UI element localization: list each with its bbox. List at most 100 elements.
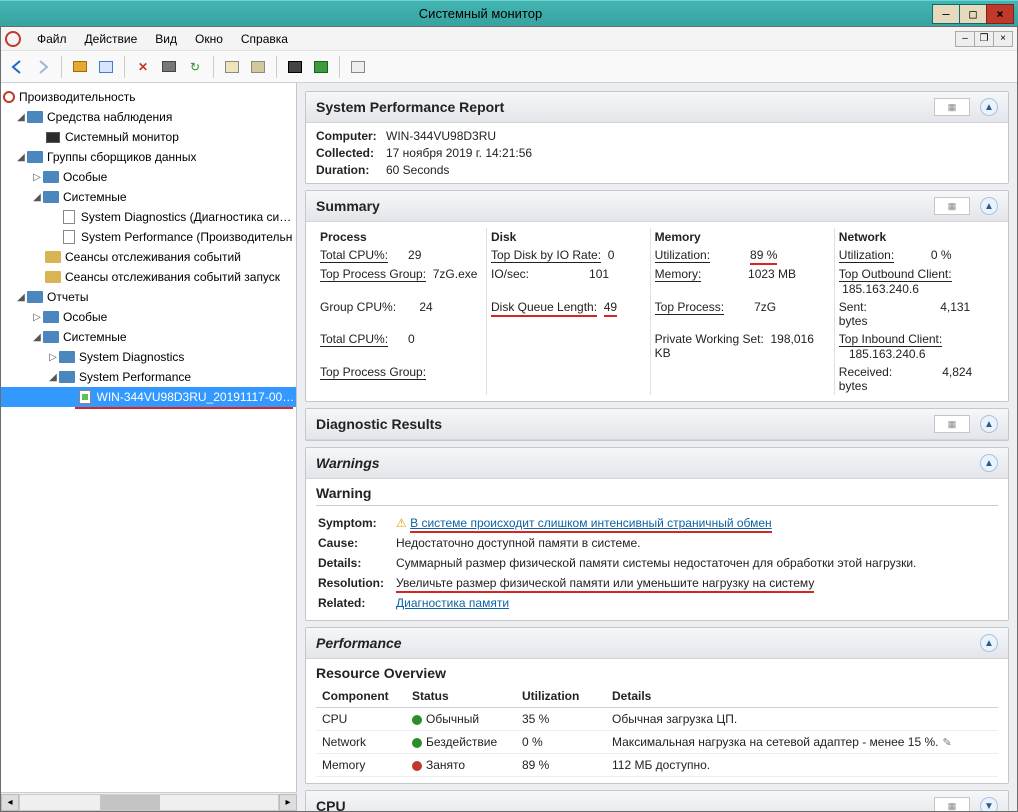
page-icon — [61, 229, 77, 245]
report-pane[interactable]: System Performance Report ▦ ▲ Computer: W… — [297, 83, 1017, 811]
performance-panel: Performance ▲ Resource Overview Componen… — [305, 627, 1009, 784]
toolbar-print-button[interactable] — [159, 57, 179, 77]
warning-details: Суммарный размер физической памяти систе… — [396, 554, 996, 572]
mdi-close-button[interactable]: × — [993, 31, 1013, 47]
value-collected: 17 ноября 2019 г. 14:21:56 — [386, 146, 998, 160]
toolbar-folder-button[interactable] — [70, 57, 90, 77]
label-computer: Computer: — [316, 129, 386, 143]
mdi-minimize-button[interactable]: – — [955, 31, 975, 47]
toolbar-misc2-button[interactable] — [248, 57, 268, 77]
tree-sessions[interactable]: Сеансы отслеживания событий — [65, 250, 241, 264]
tree-reports[interactable]: Отчеты — [47, 290, 88, 304]
status-dot-green-icon — [412, 715, 422, 725]
tree-diag2[interactable]: System Diagnostics — [79, 350, 184, 364]
folder-icon — [43, 309, 59, 325]
cpu-panel: CPU ▦ ▼ — [305, 790, 1009, 811]
page-icon — [61, 209, 77, 225]
panel-title-cpu: CPU — [316, 798, 346, 811]
scroll-left-button[interactable]: ◂ — [1, 794, 19, 811]
tree-tools[interactable]: Средства наблюдения — [47, 110, 172, 124]
warning-related-link[interactable]: Диагностика памяти — [396, 596, 509, 610]
folder-icon — [59, 369, 75, 385]
menubar: Файл Действие Вид Окно Справка – ❐ × — [1, 27, 1017, 51]
resource-row-network: Network Бездействие 0 % Максимальная наг… — [316, 731, 998, 754]
folder-icon — [45, 249, 61, 265]
tree-system[interactable]: Системные — [63, 190, 127, 204]
label-collected: Collected: — [316, 146, 386, 160]
collapse-icon[interactable]: ▲ — [980, 634, 998, 652]
tree-perf2[interactable]: System Performance — [79, 370, 191, 384]
folder-icon — [27, 109, 43, 125]
summary-memory-util: 89 % — [750, 248, 777, 265]
calendar-icon[interactable]: ▦ — [934, 197, 970, 215]
warning-symptom-link[interactable]: В системе происходит слишком интенсивный… — [410, 516, 772, 533]
expand-icon[interactable]: ▼ — [980, 797, 998, 811]
tree-groups[interactable]: Группы сборщиков данных — [47, 150, 196, 164]
mdi-restore-button[interactable]: ❐ — [974, 31, 994, 47]
panel-title-warnings: Warnings — [316, 455, 380, 471]
tree-monitor[interactable]: Системный монитор — [65, 130, 179, 144]
collapse-icon[interactable]: ▲ — [980, 415, 998, 433]
resource-row-memory: Memory Занято 89 % 112 МБ доступно. — [316, 754, 998, 777]
window-close-button[interactable]: × — [986, 4, 1014, 24]
folder-icon — [59, 349, 75, 365]
summary-col-disk: Disk — [487, 228, 651, 246]
toolbar-misc3-button[interactable] — [285, 57, 305, 77]
toolbar-delete-button[interactable]: ✕ — [133, 57, 153, 77]
menu-window[interactable]: Окно — [187, 29, 231, 49]
tree-report-file[interactable]: WIN-344VU98D3RU_20191117-00000 — [97, 390, 296, 404]
warning-heading: Warning — [316, 485, 998, 506]
calendar-icon[interactable]: ▦ — [934, 98, 970, 116]
menu-help[interactable]: Справка — [233, 29, 296, 49]
summary-col-network: Network — [834, 228, 998, 246]
collapse-icon[interactable]: ▲ — [980, 197, 998, 215]
toolbar-misc5-button[interactable] — [348, 57, 368, 77]
panel-title: System Performance Report — [316, 99, 504, 115]
tree-startup[interactable]: Сеансы отслеживания событий запуск — [65, 270, 280, 284]
tree-diag[interactable]: System Diagnostics (Диагностика систе — [81, 210, 296, 224]
summary-col-memory: Memory — [650, 228, 834, 246]
twist-icon[interactable]: ◢ — [15, 112, 27, 123]
warnings-panel: Warnings ▲ Warning Symptom: ⚠ В системе … — [305, 447, 1009, 621]
panel-title-diagnostic: Diagnostic Results — [316, 416, 442, 432]
resource-row-cpu: CPU Обычный 35 % Обычная загрузка ЦП. — [316, 708, 998, 731]
calendar-icon[interactable]: ▦ — [934, 415, 970, 433]
value-duration: 60 Seconds — [386, 163, 998, 177]
report-icon — [77, 389, 93, 405]
panel-title-performance: Performance — [316, 635, 402, 651]
folder-icon — [45, 269, 61, 285]
folder-icon — [27, 289, 43, 305]
tree-root[interactable]: Производительность — [19, 90, 135, 104]
panel-header[interactable]: System Performance Report ▦ ▲ — [306, 92, 1008, 123]
menu-file[interactable]: Файл — [29, 29, 75, 49]
tree-highlight-underline — [75, 407, 293, 409]
window-minimize-button[interactable]: – — [932, 4, 960, 24]
toolbar-misc4-button[interactable] — [311, 57, 331, 77]
tree-horizontal-scrollbar[interactable]: ◂ ▸ — [1, 792, 297, 811]
warning-cause: Недостаточно доступной памяти в системе. — [396, 534, 996, 552]
collapse-icon[interactable]: ▲ — [980, 454, 998, 472]
warning-icon: ⚠ — [396, 516, 407, 530]
tree-custom[interactable]: Особые — [63, 170, 107, 184]
toolbar-misc1-button[interactable] — [222, 57, 242, 77]
tree-perf[interactable]: System Performance (Производительн — [81, 230, 292, 244]
toolbar-back-button[interactable] — [7, 57, 27, 77]
calendar-icon[interactable]: ▦ — [934, 797, 970, 811]
toolbar: ✕ ↻ — [1, 51, 1017, 83]
menu-view[interactable]: Вид — [147, 29, 185, 49]
menu-action[interactable]: Действие — [77, 29, 146, 49]
window-maximize-button[interactable]: □ — [959, 4, 987, 24]
folder-icon — [27, 149, 43, 165]
toolbar-view-button[interactable] — [96, 57, 116, 77]
navigation-tree[interactable]: Производительность ◢Средства наблюдения … — [1, 83, 297, 792]
toolbar-refresh-button[interactable]: ↻ — [185, 57, 205, 77]
edit-icon[interactable]: ✎ — [942, 737, 951, 749]
warning-resolution: Увеличьте размер физической памяти или у… — [396, 576, 814, 593]
scroll-right-button[interactable]: ▸ — [279, 794, 297, 811]
status-dot-green-icon — [412, 738, 422, 748]
collapse-icon[interactable]: ▲ — [980, 98, 998, 116]
tree-custom2[interactable]: Особые — [63, 310, 107, 324]
diagnostic-results-panel: Diagnostic Results ▦ ▲ — [305, 408, 1009, 441]
tree-system2[interactable]: Системные — [63, 330, 127, 344]
toolbar-forward-button[interactable] — [33, 57, 53, 77]
